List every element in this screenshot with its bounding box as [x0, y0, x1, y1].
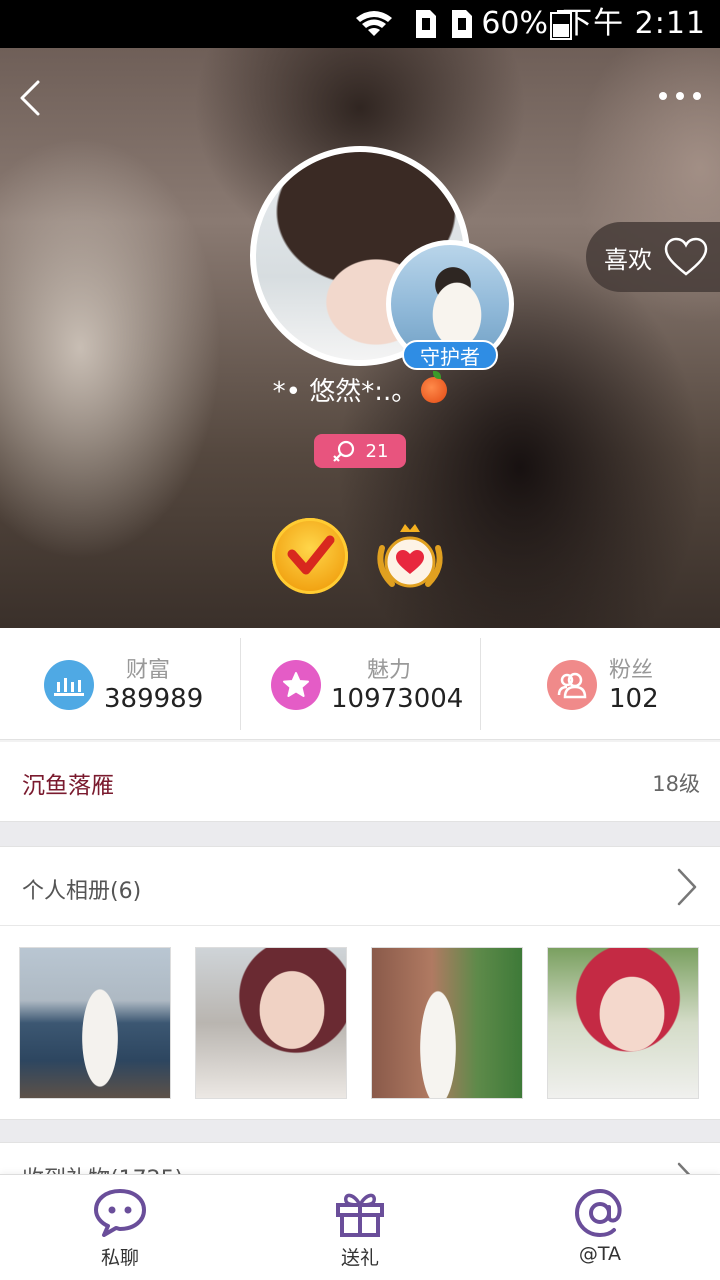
section-divider: [0, 1120, 720, 1142]
sim-card-icon: [416, 10, 472, 38]
verified-medal-icon[interactable]: [272, 518, 348, 594]
level-name: 沉鱼落雁: [22, 773, 114, 799]
clock: 下午 2:11: [562, 6, 706, 41]
back-icon[interactable]: [14, 78, 54, 118]
stats-panel: 财富 389989 魅力 10973004 粉丝 102: [0, 628, 720, 740]
nickname-text: *• 悠然*:.。: [272, 377, 418, 407]
section-divider: [0, 822, 720, 846]
album-photo[interactable]: [547, 947, 699, 1099]
album-photo[interactable]: [19, 947, 171, 1099]
chat-icon: [94, 1189, 146, 1237]
album-grid: [0, 926, 720, 1120]
heart-medal-icon[interactable]: [372, 518, 448, 594]
chart-icon: [44, 660, 94, 710]
stat-label: 粉丝: [609, 658, 654, 683]
stat-value: 102: [609, 684, 659, 714]
stat-wealth[interactable]: 财富 389989: [0, 638, 240, 730]
bottom-label: 送礼: [340, 1247, 379, 1269]
guardian-badge: 守护者: [402, 340, 498, 370]
chevron-right-icon: [677, 868, 697, 906]
status-icons: [356, 10, 472, 38]
wifi-icon: [356, 11, 392, 36]
gender-age-badge: 21: [314, 434, 406, 468]
bottom-label: 私聊: [100, 1247, 139, 1269]
album-header[interactable]: 个人相册(6): [0, 846, 720, 926]
nickname: *• 悠然*:.。: [0, 371, 720, 410]
stat-label: 财富: [126, 658, 171, 683]
send-gift-button[interactable]: 送礼: [240, 1175, 480, 1280]
battery-percent: 60%: [481, 6, 548, 41]
star-icon: [271, 660, 321, 710]
album-photo[interactable]: [371, 947, 523, 1099]
bottom-action-bar: 私聊 送礼 @TA: [0, 1174, 720, 1280]
stat-value: 389989: [104, 684, 204, 714]
album-title: 个人相册(6): [22, 879, 142, 904]
bottom-label: @TA: [578, 1243, 622, 1265]
gift-icon: [336, 1193, 384, 1237]
like-button[interactable]: 喜欢: [586, 222, 720, 292]
stat-fans[interactable]: 粉丝 102: [480, 638, 720, 730]
level-value: 18级: [652, 772, 700, 796]
like-label: 喜欢: [604, 245, 652, 274]
apple-emoji-icon: [421, 371, 448, 403]
status-bar: 60% 下午 2:11: [0, 0, 720, 48]
stat-label: 魅力: [367, 658, 412, 683]
private-chat-button[interactable]: 私聊: [0, 1175, 240, 1280]
female-icon: [332, 440, 354, 462]
users-icon: [547, 660, 597, 710]
level-row: 沉鱼落雁 18级: [0, 742, 720, 822]
age-value: 21: [365, 440, 389, 462]
stat-value: 10973004: [331, 684, 464, 714]
more-icon[interactable]: [658, 86, 702, 106]
heart-icon: [664, 237, 708, 276]
at-icon: [574, 1188, 622, 1238]
album-photo[interactable]: [195, 947, 347, 1099]
profile-hero: 喜欢 守护者 *• 悠然*:.。 21: [0, 48, 720, 628]
stat-charm[interactable]: 魅力 10973004: [240, 638, 480, 730]
mention-button[interactable]: @TA: [480, 1175, 720, 1280]
